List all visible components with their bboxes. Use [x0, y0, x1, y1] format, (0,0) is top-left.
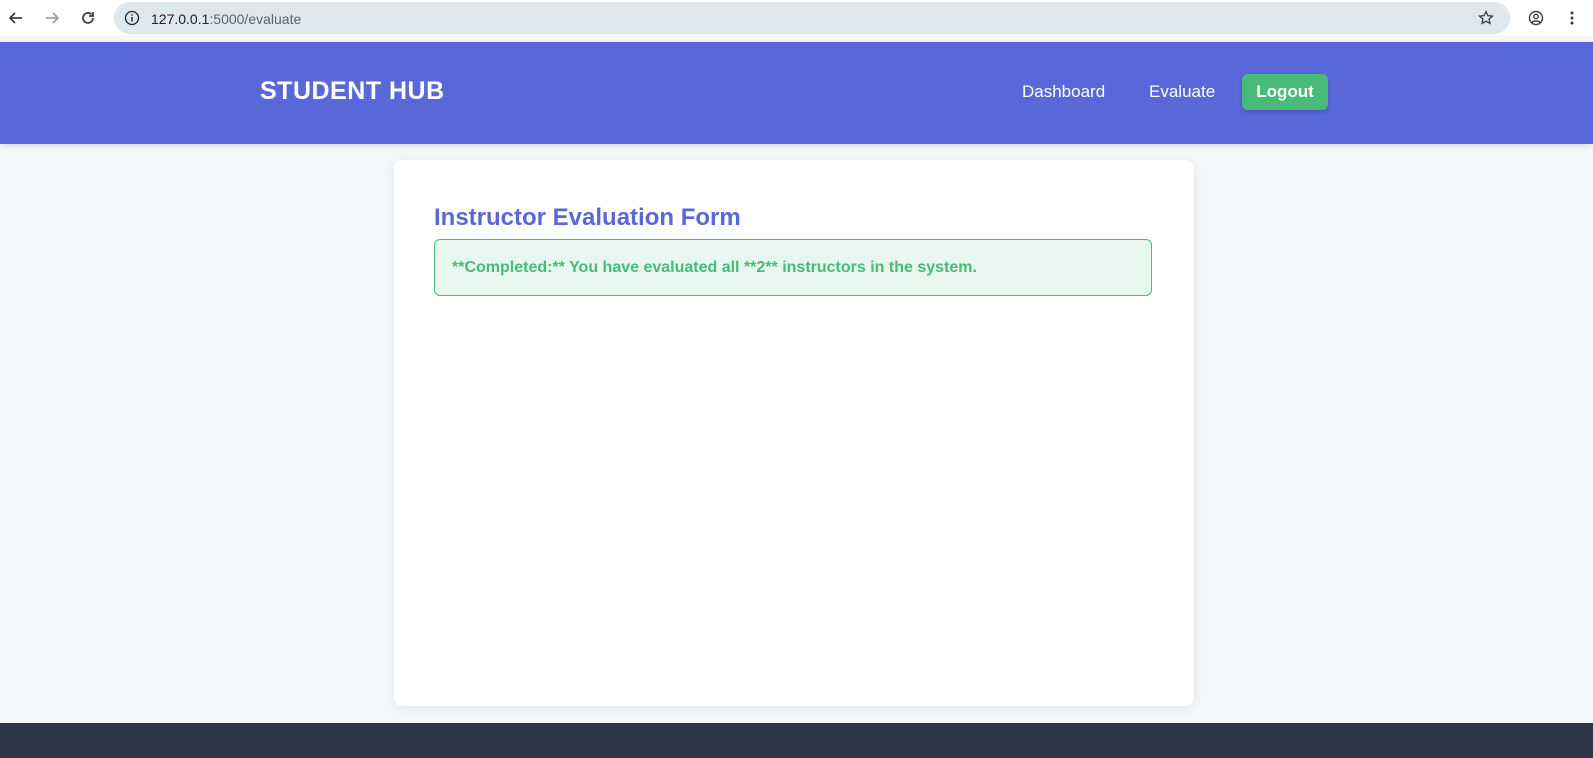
- nav-dashboard-link[interactable]: Dashboard: [1022, 82, 1105, 102]
- site-footer: [0, 723, 1593, 758]
- url-text: 127.0.0.1:5000/evaluate: [151, 11, 302, 27]
- page-title: Instructor Evaluation Form: [434, 204, 741, 231]
- nav-evaluate-link[interactable]: Evaluate: [1149, 82, 1215, 102]
- logout-button[interactable]: Logout: [1242, 74, 1328, 110]
- profile-icon[interactable]: [1524, 6, 1548, 30]
- evaluation-card: Instructor Evaluation Form **Completed:*…: [394, 160, 1194, 706]
- browser-toolbar: 127.0.0.1:5000/evaluate: [0, 0, 1593, 36]
- forward-icon[interactable]: [40, 6, 64, 30]
- reload-icon[interactable]: [76, 6, 100, 30]
- bookmark-star-icon[interactable]: [1478, 10, 1494, 26]
- completion-alert: **Completed:** You have evaluated all **…: [434, 239, 1152, 296]
- back-icon[interactable]: [4, 6, 28, 30]
- brand-logo[interactable]: STUDENT HUB: [260, 77, 445, 106]
- menu-kebab-icon[interactable]: [1560, 6, 1584, 30]
- site-info-icon[interactable]: [124, 10, 140, 26]
- site-header: STUDENT HUB Dashboard Evaluate Logout: [0, 42, 1593, 144]
- address-bar[interactable]: 127.0.0.1:5000/evaluate: [114, 2, 1510, 34]
